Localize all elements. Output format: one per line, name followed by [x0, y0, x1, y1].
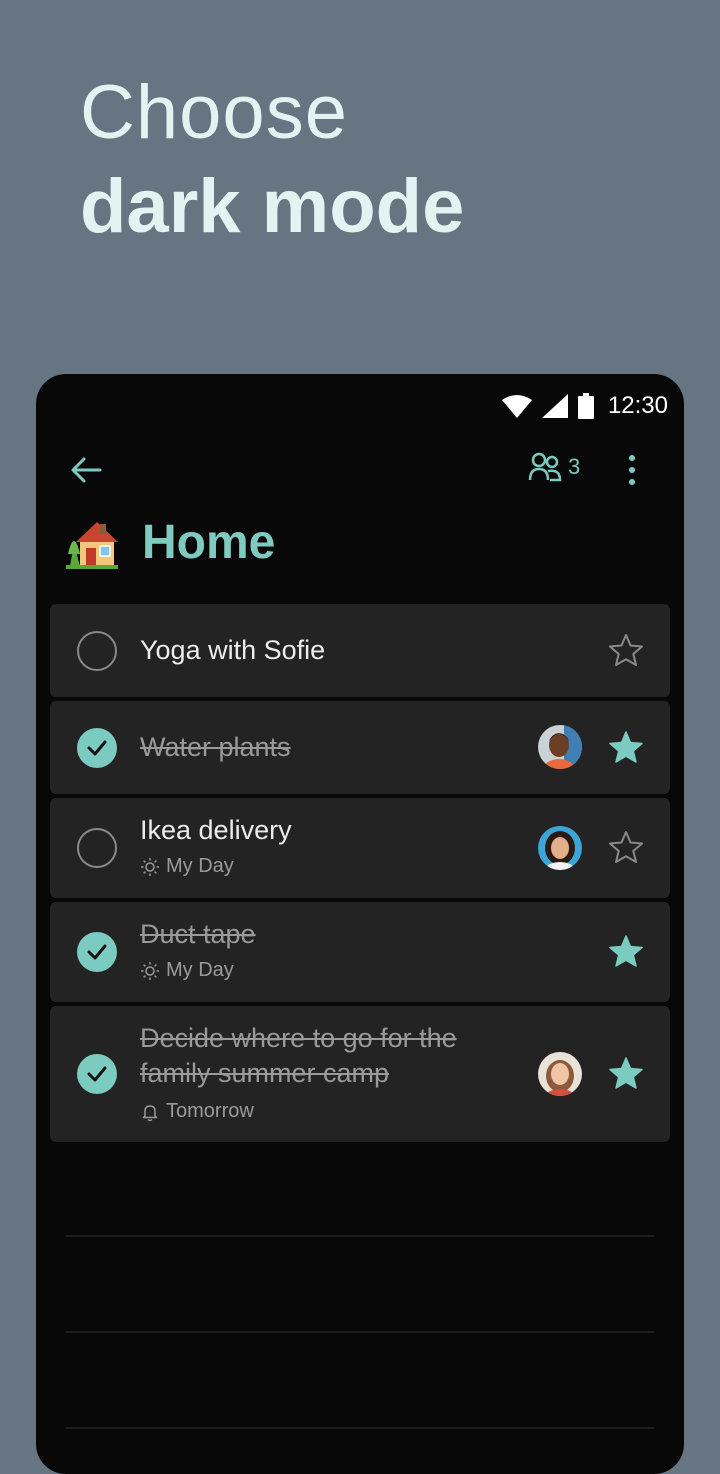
completed-checkbox[interactable]: [77, 728, 117, 768]
task-meta-label: Tomorrow: [166, 1100, 254, 1122]
wifi-icon: [501, 395, 532, 418]
task-meta: Tomorrow: [140, 1100, 254, 1123]
battery-icon: [577, 393, 594, 419]
phone-screen: 12:30 3 Home Yoga with Sofie Water plant…: [36, 374, 684, 1474]
task-title: Ikea delivery: [140, 815, 292, 845]
house-with-garden-icon: [66, 522, 118, 569]
members-count: 3: [568, 454, 581, 479]
task-title: Duct tape: [140, 919, 256, 949]
list-item[interactable]: Decide where to go for the family summer…: [50, 1006, 670, 1142]
cellular-signal-icon: [541, 394, 568, 418]
star-filled-icon[interactable]: [606, 1054, 646, 1094]
empty-row-divider: [66, 1331, 654, 1333]
more-options-icon[interactable]: [620, 450, 644, 490]
hero-heading: Choose dark mode: [80, 70, 464, 250]
star-outline-icon[interactable]: [606, 828, 646, 868]
list-item[interactable]: Yoga with Sofie: [50, 604, 670, 697]
task-title-line-1: Decide where to go for the: [140, 1023, 457, 1053]
people-icon: [528, 452, 562, 482]
empty-row-divider: [66, 1427, 654, 1429]
task-meta-label: My Day: [166, 959, 234, 981]
empty-row-divider: [66, 1235, 654, 1237]
task-title: Yoga with Sofie: [140, 635, 326, 665]
avatar: [538, 826, 582, 870]
completed-checkbox[interactable]: [77, 1054, 117, 1094]
list-title-row: Home: [64, 514, 275, 570]
task-list: Yoga with Sofie Water plants Ikea delive…: [50, 604, 670, 1146]
avatar: [538, 1052, 582, 1096]
hero-line-2: dark mode: [80, 164, 465, 249]
status-time: 12:30: [607, 392, 668, 419]
list-title: Home: [142, 515, 276, 569]
status-bar: 12:30: [501, 384, 668, 428]
sun-icon: [141, 857, 159, 876]
bell-icon: [142, 1104, 158, 1121]
complete-checkbox[interactable]: [77, 631, 117, 671]
completed-checkbox[interactable]: [77, 932, 117, 972]
list-item[interactable]: Water plants: [50, 701, 670, 794]
task-meta: My Day: [140, 855, 234, 878]
list-item[interactable]: Ikea delivery My Day: [50, 798, 670, 898]
sun-icon: [141, 961, 159, 980]
checkmark-icon: [87, 740, 107, 756]
star-filled-icon[interactable]: [606, 932, 646, 972]
checkmark-icon: [87, 944, 107, 960]
back-arrow-icon[interactable]: [66, 450, 106, 490]
star-outline-icon[interactable]: [606, 631, 646, 671]
avatar: [538, 725, 582, 769]
app-bar: 3: [36, 434, 684, 504]
hero-line-1: Choose: [80, 70, 348, 155]
shared-members-button[interactable]: 3: [528, 452, 580, 482]
checkmark-icon: [87, 1066, 107, 1082]
task-title: Water plants: [140, 732, 291, 762]
list-item[interactable]: Duct tape My Day: [50, 902, 670, 1002]
task-meta: My Day: [140, 959, 234, 982]
task-meta-label: My Day: [166, 855, 234, 877]
complete-checkbox[interactable]: [77, 828, 117, 868]
star-filled-icon[interactable]: [606, 728, 646, 768]
task-title-line-2: family summer camp: [140, 1058, 390, 1088]
